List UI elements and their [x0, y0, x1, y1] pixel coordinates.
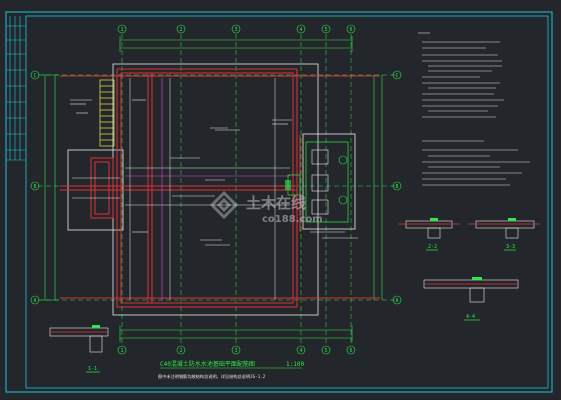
axis-bubble-bottom-1: 1: [117, 345, 127, 355]
axis-label: A: [33, 298, 36, 304]
axis-bubble-left-A: C: [30, 70, 40, 80]
axis-bubble-bottom-2: 2: [176, 345, 186, 355]
axis-bubble-top-3: 3: [231, 24, 241, 34]
pool-walls: [60, 68, 380, 308]
axis-label: B: [395, 184, 398, 190]
magenta-rebars: [125, 78, 290, 300]
axis-bubble-bottom-3: 3: [231, 345, 241, 355]
axis-bubble-bottom-6: 6: [346, 345, 356, 355]
axis-label: 5: [324, 348, 327, 354]
watermark-text: 土木在线: [246, 194, 306, 212]
axis-label: 4: [299, 27, 302, 33]
axis-label: 3: [234, 348, 237, 354]
axis-bubble-top-2: 2: [176, 24, 186, 34]
axis-label: 1: [120, 348, 123, 354]
section-label: 3-3: [506, 244, 515, 250]
stair-ladder: [99, 79, 115, 147]
general-notes: [418, 32, 530, 186]
axis-label: 3: [234, 27, 237, 33]
axis-bubble-bottom-5: 5: [321, 345, 331, 355]
axis-bubble-top-6: 6: [346, 24, 356, 34]
axis-label: 6: [349, 348, 352, 354]
section-label: 1-1: [88, 366, 97, 372]
drawing-scale: 1:100: [286, 361, 304, 368]
axis-label: 2: [179, 27, 182, 33]
axis-bubbles-top: 1 2 3 4 5 6: [117, 24, 356, 34]
section-label: 2-2: [428, 244, 437, 250]
axis-bubble-left-C: A: [30, 295, 40, 305]
section-detail-4-4: 4-4: [423, 277, 519, 321]
drawing-title-block: C40混凝土防水水池基础平面配筋图 1:100 图中未注明钢筋均按结构总说明，详…: [158, 360, 304, 380]
drawing-subtitle: 图中未注明钢筋均按结构总说明，详见结构总说明JG-1.2: [158, 373, 266, 380]
axis-label: 4: [299, 348, 302, 354]
axis-label: 5: [324, 27, 327, 33]
watermark-subtext: co188.com: [262, 214, 323, 225]
axis-label: A: [395, 298, 398, 304]
axis-label: 1: [120, 27, 123, 33]
section-detail-1-1: 1-1: [49, 325, 109, 373]
axis-bubbles-bottom: 1 2 3 4 5 6: [117, 345, 356, 355]
axis-label: 2: [179, 348, 182, 354]
axis-label: C: [33, 73, 36, 79]
section-detail-3-3: 3-3: [468, 218, 540, 251]
left-title-strip: [6, 16, 26, 161]
axis-label: C: [395, 73, 398, 79]
dimension-lines: [41, 36, 383, 342]
rebar-lines: [72, 78, 292, 300]
axis-bubble-top-5: 5: [321, 24, 331, 34]
axis-bubbles-rows: C B A C B A: [30, 70, 402, 305]
cad-drawing-canvas: 1 2 3 4 5 6 1 2 3 4 5 6 C B A C B A 土木在线…: [5, 11, 553, 393]
section-detail-2-2: 2-2: [398, 218, 460, 251]
axis-label: 6: [349, 27, 352, 33]
axis-label: B: [33, 184, 36, 190]
axis-bubble-bottom-4: 4: [296, 345, 306, 355]
axis-bubble-top-1: 1: [117, 24, 127, 34]
axis-bubble-left-B: B: [30, 181, 40, 191]
drawing-title: C40混凝土防水水池基础平面配筋图: [160, 360, 255, 368]
axis-bubble-top-4: 4: [296, 24, 306, 34]
section-label: 4-4: [466, 314, 475, 320]
